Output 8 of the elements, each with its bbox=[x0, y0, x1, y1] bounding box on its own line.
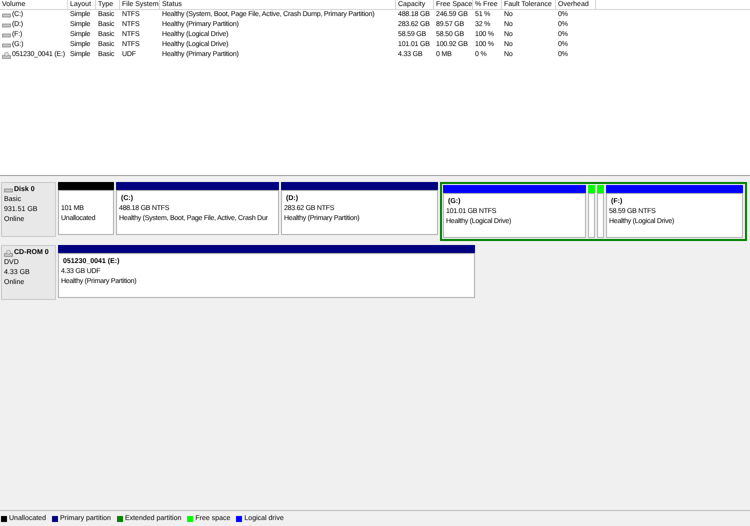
partition-block[interactable] bbox=[597, 193, 604, 238]
partition-color-bar bbox=[597, 185, 604, 193]
partition-color-bar bbox=[58, 182, 114, 190]
partition-color-bar bbox=[588, 185, 595, 193]
partition-block[interactable] bbox=[588, 193, 595, 238]
optical-drive-icon bbox=[2, 52, 11, 58]
drive-icon bbox=[4, 186, 13, 194]
optical-drive-icon bbox=[4, 250, 13, 256]
